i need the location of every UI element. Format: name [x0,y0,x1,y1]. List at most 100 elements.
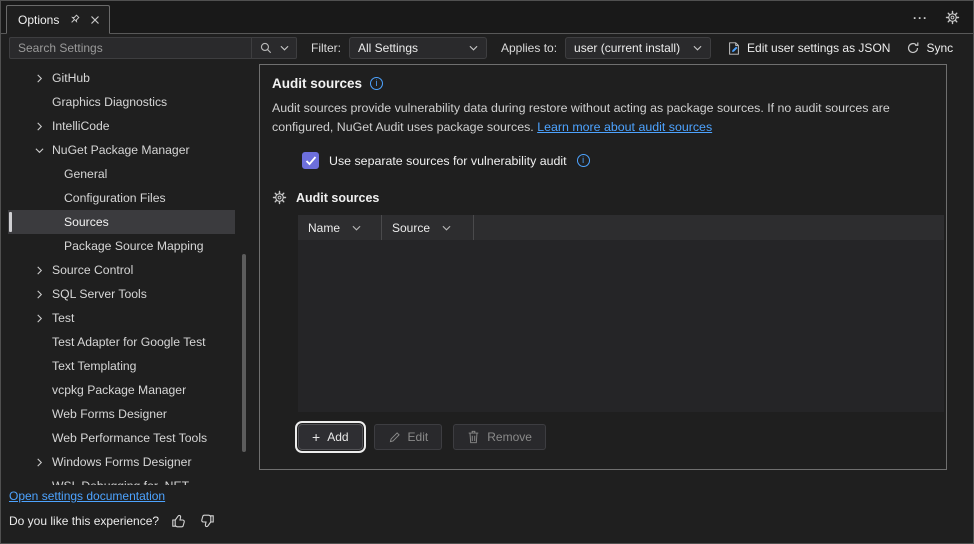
thumbs-down-icon[interactable] [199,513,215,529]
audit-sources-table: Name Source [298,215,944,412]
sidebar-item-label: Text Templating [52,359,136,373]
sidebar-item-label: Package Source Mapping [64,239,204,253]
sidebar-item-vcpkg-package-manager[interactable]: vcpkg Package Manager [8,378,235,402]
sidebar-item-sources[interactable]: Sources [8,210,235,234]
options-window: Options ··· [0,0,974,544]
vulnerability-audit-row: Use separate sources for vulnerability a… [302,152,934,169]
trash-icon [467,430,480,444]
edit-user-settings-json-button[interactable]: Edit user settings as JSON [727,41,890,56]
sidebar-item-test[interactable]: Test [8,306,235,330]
vulnerability-audit-checkbox[interactable] [302,152,319,169]
chevron-down-icon [442,225,451,231]
sidebar-item-test-adapter-for-google-test[interactable]: Test Adapter for Google Test [8,330,235,354]
chevron-down-icon [693,45,702,51]
sidebar-item-label: Configuration Files [64,191,166,205]
sidebar-item-text-templating[interactable]: Text Templating [8,354,235,378]
sidebar-scrollbar[interactable] [242,254,246,452]
filter-dropdown[interactable]: All Settings [349,37,487,59]
learn-more-link[interactable]: Learn more about audit sources [537,120,712,134]
footer: Open settings documentation Do you like … [1,485,973,543]
chevron-right-icon[interactable] [35,266,52,275]
settings-toolbar: Filter: All Settings Applies to: user (c… [1,34,973,64]
search-input[interactable] [10,41,251,55]
sidebar-item-label: Web Forms Designer [52,407,167,421]
sidebar-item-label: GitHub [52,71,90,85]
search-settings-box[interactable] [9,37,297,59]
audit-table-body [298,240,944,412]
sync-icon [906,41,920,55]
sidebar-item-github[interactable]: GitHub [8,66,235,90]
chevron-right-icon[interactable] [35,290,52,299]
sidebar-item-package-source-mapping[interactable]: Package Source Mapping [8,234,235,258]
chevron-down-icon [352,225,361,231]
thumbs-up-icon[interactable] [171,513,187,529]
pencil-icon [388,431,401,444]
sidebar-item-label: Test [52,311,74,325]
sidebar-item-label: Windows Forms Designer [52,455,192,469]
chevron-right-icon[interactable] [35,122,52,131]
audit-sources-panel: Audit sources i Audit sources provide vu… [259,64,947,470]
sidebar-item-label: SQL Server Tools [52,287,147,301]
audit-sources-section-header: Audit sources [272,190,934,205]
sidebar-item-label: vcpkg Package Manager [52,383,186,397]
audit-sources-description: Audit sources provide vulnerability data… [272,99,934,136]
edit-json-icon [727,41,741,56]
chevron-right-icon[interactable] [35,314,52,323]
column-label: Name [308,221,340,235]
sidebar-item-label: Source Control [52,263,133,277]
search-chevron-down-icon[interactable] [280,45,289,51]
close-icon[interactable] [90,15,100,25]
open-settings-doc-link[interactable]: Open settings documentation [9,489,165,503]
tab-title: Options [18,13,59,27]
sidebar-item-label: IntelliCode [52,119,110,133]
sidebar-item-label: Graphics Diagnostics [52,95,167,109]
chevron-right-icon[interactable] [35,458,52,467]
remove-button[interactable]: Remove [453,424,546,450]
filter-value: All Settings [358,41,418,55]
sidebar-item-configuration-files[interactable]: Configuration Files [8,186,235,210]
search-icon[interactable] [259,41,273,55]
content-area: GitHub Graphics Diagnostics IntelliCode NuG… [1,64,973,485]
chevron-right-icon[interactable] [35,74,52,83]
sidebar-item-label: Web Performance Test Tools [52,431,207,445]
sidebar-item-label: Test Adapter for Google Test [52,335,206,349]
column-header-source[interactable]: Source [382,215,474,240]
sidebar-item-graphics-diagnostics[interactable]: Graphics Diagnostics [8,90,235,114]
sidebar-item-label: NuGet Package Manager [52,143,190,157]
applies-to-value: user (current install) [574,41,680,55]
applies-to-dropdown[interactable]: user (current install) [565,37,711,59]
add-button[interactable]: + Add [298,424,363,450]
chevron-down-icon [469,45,478,51]
sidebar-item-nuget-package-manager[interactable]: NuGet Package Manager [8,138,235,162]
sidebar-item-windows-forms-designer[interactable]: Windows Forms Designer [8,450,235,474]
feedback-prompt: Do you like this experience? [9,514,159,528]
sidebar-item-web-forms-designer[interactable]: Web Forms Designer [8,402,235,426]
edit-button-label: Edit [408,430,429,444]
sidebar-item-web-performance-test-tools[interactable]: Web Performance Test Tools [8,426,235,450]
filter-label: Filter: [311,41,341,55]
options-tab[interactable]: Options [6,5,110,34]
pin-icon[interactable] [68,13,81,26]
sidebar-item-intellicode[interactable]: IntelliCode [8,114,235,138]
sync-button[interactable]: Sync [906,41,953,55]
add-button-label: Add [327,430,348,444]
column-header-name[interactable]: Name [298,215,382,240]
more-options-icon[interactable]: ··· [913,14,928,22]
sidebar-item-general[interactable]: General [8,162,235,186]
sidebar-item-label: General [64,167,107,181]
sidebar-item-source-control[interactable]: Source Control [8,258,235,282]
sidebar-item-sql-server-tools[interactable]: SQL Server Tools [8,282,235,306]
sidebar-item-label: WSL Debugging for .NET [52,479,189,485]
remove-button-label: Remove [487,430,532,444]
column-header-filler [474,215,944,240]
info-icon[interactable]: i [370,77,383,90]
feedback-row: Do you like this experience? [9,513,965,529]
info-icon[interactable]: i [577,154,590,167]
gear-icon[interactable] [945,10,960,25]
chevron-down-icon[interactable] [35,146,52,155]
edit-button[interactable]: Edit [374,424,443,450]
column-label: Source [392,221,430,235]
edit-json-label: Edit user settings as JSON [747,41,890,55]
sidebar-item-wsl-debugging-for-net[interactable]: WSL Debugging for .NET [8,474,235,485]
sync-label: Sync [926,41,953,55]
